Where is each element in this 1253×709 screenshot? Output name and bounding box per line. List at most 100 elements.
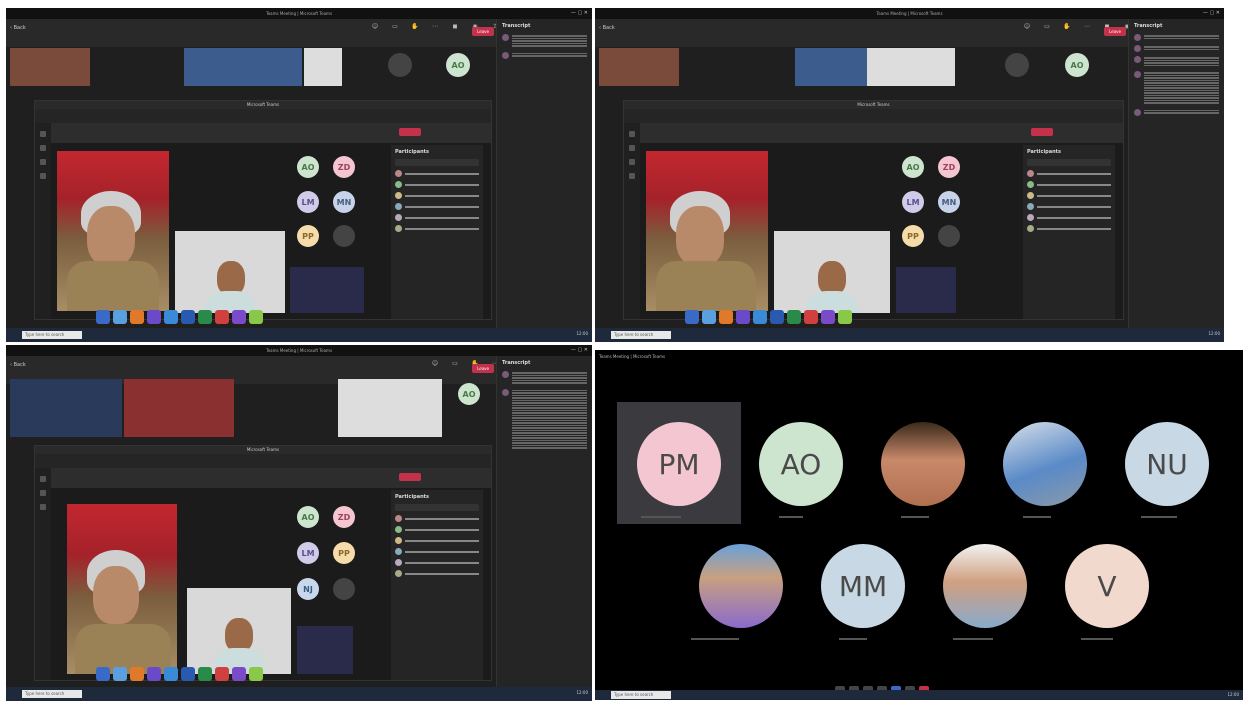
participant-row[interactable]: [395, 559, 479, 566]
video-tile[interactable]: [774, 231, 890, 313]
firefox-icon[interactable]: [130, 667, 144, 681]
app-icon[interactable]: [249, 310, 263, 324]
participant-row[interactable]: [395, 515, 479, 522]
teams-icon[interactable]: [96, 310, 110, 324]
activity-icon[interactable]: [40, 476, 46, 482]
invite-input[interactable]: [395, 504, 479, 511]
video-tile[interactable]: [896, 267, 956, 313]
app-icon[interactable]: [821, 310, 835, 324]
people-icon[interactable]: ☺: [368, 23, 382, 39]
leave-button[interactable]: Leave: [1104, 27, 1126, 36]
chat-icon[interactable]: ▭: [388, 23, 402, 39]
invite-input[interactable]: [1027, 159, 1111, 166]
participant-row[interactable]: [395, 192, 479, 199]
app-icon[interactable]: [181, 310, 195, 324]
app-icon[interactable]: [232, 310, 246, 324]
app-icon[interactable]: [215, 667, 229, 681]
teams-icon[interactable]: [685, 310, 699, 324]
window-controls[interactable]: — ▢ ✕: [571, 8, 588, 19]
participant-row[interactable]: [395, 570, 479, 577]
chat-icon[interactable]: [40, 145, 46, 151]
app-icon[interactable]: [164, 310, 178, 324]
firefox-icon[interactable]: [130, 310, 144, 324]
taskbar-search[interactable]: Type here to search: [22, 690, 82, 698]
video-tile[interactable]: [599, 48, 679, 86]
app-icon[interactable]: [770, 310, 784, 324]
video-tile[interactable]: [867, 48, 955, 86]
app-icon[interactable]: [232, 667, 246, 681]
more-icon[interactable]: ⋯: [1080, 23, 1094, 39]
participant-row[interactable]: [395, 170, 479, 177]
video-tile[interactable]: [297, 626, 353, 674]
participant-row[interactable]: [1027, 192, 1111, 199]
back-button[interactable]: ‹ Back: [10, 25, 26, 31]
app-icon[interactable]: [198, 667, 212, 681]
participant-row[interactable]: [395, 225, 479, 232]
app-icon[interactable]: [113, 667, 127, 681]
participant-row[interactable]: [1027, 181, 1111, 188]
teams-icon[interactable]: [40, 159, 46, 165]
participant-row[interactable]: [1027, 170, 1111, 177]
invite-input[interactable]: [395, 159, 479, 166]
app-icon[interactable]: [804, 310, 818, 324]
leave-button[interactable]: [399, 128, 421, 136]
participant-row[interactable]: [395, 181, 479, 188]
app-icon[interactable]: [249, 667, 263, 681]
activity-icon[interactable]: [629, 131, 635, 137]
main-video[interactable]: [646, 151, 768, 311]
video-tile[interactable]: [10, 48, 90, 86]
teams-icon[interactable]: [629, 159, 635, 165]
window-controls[interactable]: — ▢ ✕: [1203, 8, 1220, 19]
window-controls[interactable]: — ▢ ✕: [571, 345, 588, 356]
chat-icon[interactable]: [40, 490, 46, 496]
more-icon[interactable]: ⋯: [428, 23, 442, 39]
video-tile[interactable]: [304, 48, 342, 86]
taskbar-search[interactable]: Type here to search: [611, 331, 671, 339]
taskbar-search[interactable]: Type here to search: [611, 691, 671, 699]
app-icon[interactable]: [787, 310, 801, 324]
app-icon[interactable]: [838, 310, 852, 324]
app-icon[interactable]: [702, 310, 716, 324]
participant-row[interactable]: [1027, 203, 1111, 210]
people-icon[interactable]: ☺: [1020, 23, 1034, 39]
app-icon[interactable]: [181, 667, 195, 681]
participant-row[interactable]: [1027, 214, 1111, 221]
app-icon[interactable]: [736, 310, 750, 324]
calendar-icon[interactable]: [40, 173, 46, 179]
video-tile[interactable]: [184, 48, 302, 86]
participant-row[interactable]: [395, 548, 479, 555]
video-tile[interactable]: [124, 379, 234, 437]
participant-row[interactable]: [1027, 225, 1111, 232]
app-icon[interactable]: [147, 310, 161, 324]
app-icon[interactable]: [164, 667, 178, 681]
participant-row[interactable]: [395, 537, 479, 544]
leave-button[interactable]: Leave: [472, 27, 494, 36]
chat-icon[interactable]: ▭: [1040, 23, 1054, 39]
participant-row[interactable]: [395, 214, 479, 221]
chat-icon[interactable]: [629, 145, 635, 151]
app-icon[interactable]: [113, 310, 127, 324]
video-tile[interactable]: [175, 231, 285, 313]
video-tile[interactable]: [338, 379, 442, 437]
chat-icon[interactable]: ▭: [448, 360, 462, 376]
leave-button[interactable]: [1031, 128, 1053, 136]
app-icon[interactable]: [147, 667, 161, 681]
taskbar-search[interactable]: Type here to search: [22, 331, 82, 339]
back-button[interactable]: ‹ Back: [10, 362, 26, 368]
react-icon[interactable]: ✋: [1060, 23, 1074, 39]
react-icon[interactable]: ✋: [408, 23, 422, 39]
leave-button[interactable]: [399, 473, 421, 481]
activity-icon[interactable]: [40, 131, 46, 137]
leave-button[interactable]: Leave: [472, 364, 494, 373]
main-video[interactable]: [67, 504, 177, 674]
calendar-icon[interactable]: [629, 173, 635, 179]
app-icon[interactable]: [753, 310, 767, 324]
app-icon[interactable]: [215, 310, 229, 324]
participant-row[interactable]: [395, 203, 479, 210]
back-button[interactable]: ‹ Back: [599, 25, 615, 31]
main-video[interactable]: [57, 151, 169, 311]
camera-icon[interactable]: ◼: [448, 23, 462, 39]
app-icon[interactable]: [198, 310, 212, 324]
participant-row[interactable]: [395, 526, 479, 533]
video-tile[interactable]: [290, 267, 364, 313]
